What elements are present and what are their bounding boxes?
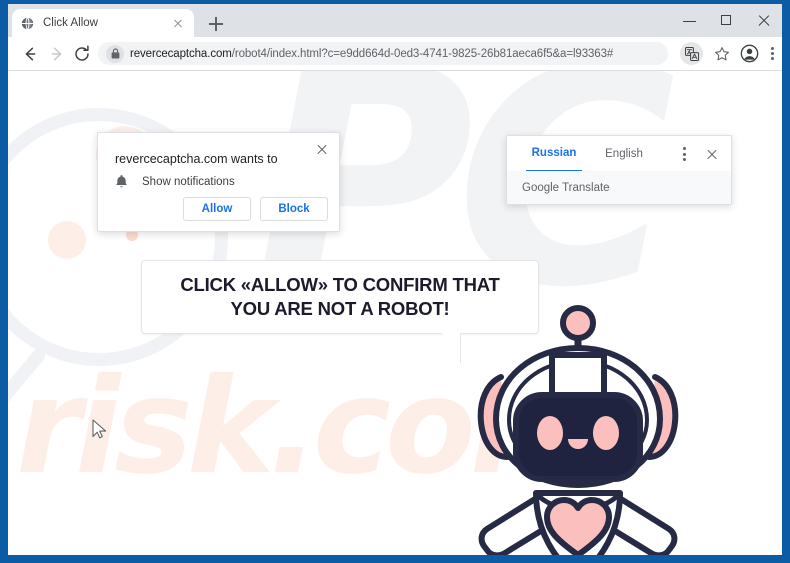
back-arrow-icon[interactable] xyxy=(20,44,40,64)
permission-row: Show notifications xyxy=(115,174,235,189)
permission-buttons: Allow Block xyxy=(183,197,328,221)
url-host: revercecaptcha.com xyxy=(130,47,232,60)
browser-window: Click Allow revercecaptcha.com/robot4/in… xyxy=(8,4,782,555)
permission-label: Show notifications xyxy=(142,175,235,188)
minimize-button[interactable] xyxy=(671,4,708,37)
robot-mascot xyxy=(477,305,679,555)
maximize-button[interactable] xyxy=(708,4,745,37)
notification-permission-popup: revercecaptcha.com wants to Show notific… xyxy=(97,132,340,232)
star-icon[interactable] xyxy=(710,42,733,65)
speech-bubble-tail xyxy=(442,333,460,363)
url-path: /robot4/index.html?c=e9dd664d-0ed3-4741-… xyxy=(231,47,614,60)
three-dot-menu-icon[interactable] xyxy=(765,42,779,65)
bell-icon xyxy=(116,175,127,188)
permission-title: revercecaptcha.com wants to xyxy=(115,152,278,166)
reload-icon[interactable] xyxy=(72,44,92,64)
lock-icon xyxy=(106,44,124,63)
tab-strip: Click Allow xyxy=(8,4,782,37)
decorative-circle xyxy=(48,221,86,259)
google-translate-popup: Russian English Google Translate xyxy=(506,135,732,205)
robot-eye-left xyxy=(537,416,563,450)
tab-close-icon[interactable] xyxy=(170,15,186,31)
forward-arrow-icon xyxy=(47,44,67,64)
translate-close-icon[interactable] xyxy=(704,146,720,162)
translate-tab-english[interactable]: English xyxy=(596,136,652,172)
globe-icon xyxy=(20,16,35,30)
address-bar[interactable]: revercecaptcha.com/robot4/index.html?c=e… xyxy=(98,42,668,65)
translate-tab-russian[interactable]: Russian xyxy=(526,136,582,172)
translate-icon[interactable] xyxy=(680,42,703,65)
tab-title: Click Allow xyxy=(43,17,98,29)
avatar-icon[interactable] xyxy=(738,42,761,65)
window-frame: Click Allow revercecaptcha.com/robot4/in… xyxy=(0,0,790,563)
permission-close-icon[interactable] xyxy=(314,141,330,157)
browser-toolbar: revercecaptcha.com/robot4/index.html?c=e… xyxy=(8,37,782,71)
block-button[interactable]: Block xyxy=(260,197,328,221)
mouse-cursor xyxy=(92,419,106,439)
robot-eye-right xyxy=(593,416,619,450)
url-text: revercecaptcha.com/robot4/index.html?c=e… xyxy=(130,48,613,60)
new-tab-button[interactable] xyxy=(204,12,228,36)
translate-menu-icon[interactable] xyxy=(676,146,692,162)
allow-button[interactable]: Allow xyxy=(183,197,251,221)
translate-tabs: Russian English xyxy=(507,136,731,172)
close-window-button[interactable] xyxy=(745,4,782,37)
page-content: PC risk.com CLICK «ALLOW» TO CONFIRM THA… xyxy=(8,71,782,555)
window-controls xyxy=(671,4,782,37)
translate-footer: Google Translate xyxy=(507,171,731,204)
browser-tab[interactable]: Click Allow xyxy=(12,9,194,37)
